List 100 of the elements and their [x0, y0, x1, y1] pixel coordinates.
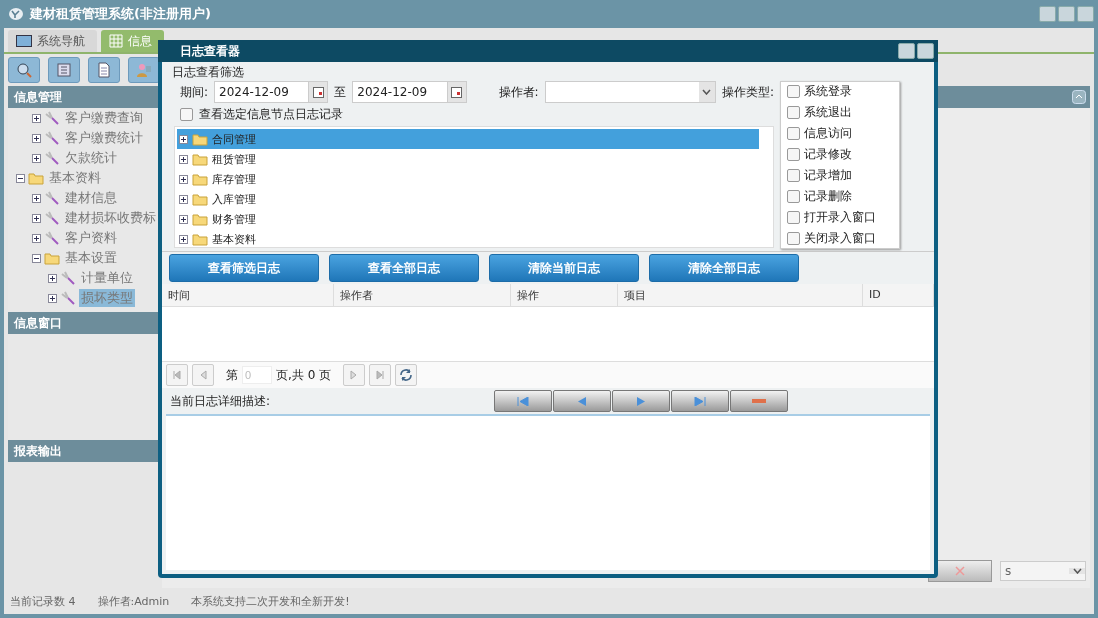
collapse-icon[interactable]: [16, 173, 25, 183]
expand-icon[interactable]: [32, 113, 41, 123]
action-button[interactable]: 清除全部日志: [649, 254, 799, 282]
document-icon: [96, 62, 112, 78]
expand-icon[interactable]: [179, 154, 188, 164]
refresh-icon: [399, 368, 414, 382]
previous-icon: [577, 396, 588, 406]
checkbox[interactable]: [787, 85, 800, 99]
folder-icon: [192, 172, 208, 186]
tree-item[interactable]: 损坏类型: [79, 289, 135, 307]
panel-header[interactable]: 信息窗口: [8, 312, 158, 334]
action-button[interactable]: 清除当前日志: [489, 254, 639, 282]
refresh-button[interactable]: [395, 364, 418, 386]
checkbox-label: 查看选定信息节点日志记录: [199, 107, 343, 122]
column-header[interactable]: 项目: [618, 284, 863, 307]
date-field[interactable]: 2024-12-09: [214, 81, 329, 103]
minus-icon: [752, 399, 767, 403]
checkbox[interactable]: [787, 231, 800, 245]
column-header[interactable]: 操作者: [334, 284, 511, 307]
tab[interactable]: 系统导航: [8, 30, 97, 52]
checkbox[interactable]: [180, 108, 193, 121]
expand-icon[interactable]: [32, 133, 41, 143]
tree-item[interactable]: 客户资料: [63, 229, 119, 247]
tools-icon: [60, 291, 76, 305]
detail-field[interactable]: [166, 414, 930, 570]
list-icon: [56, 62, 72, 78]
last-icon: [375, 370, 386, 380]
window-title: 建材租赁管理系统(非注册用户): [30, 5, 211, 23]
action-button[interactable]: 查看筛选日志: [169, 254, 319, 282]
expand-icon[interactable]: [32, 153, 41, 163]
collapse-icon[interactable]: [32, 253, 41, 263]
select-field[interactable]: s: [1000, 561, 1086, 581]
tree-item[interactable]: 基本设置: [63, 249, 119, 267]
folder-icon: [192, 152, 208, 166]
tree-item[interactable]: 租赁管理: [177, 149, 759, 169]
expand-icon[interactable]: [179, 234, 188, 244]
action-button[interactable]: 查看全部日志: [329, 254, 479, 282]
chevron-down-icon: [1072, 568, 1082, 574]
folder-icon: [28, 171, 44, 185]
tree-item[interactable]: 欠款统计: [63, 149, 119, 167]
date-field[interactable]: 2024-12-09: [352, 81, 467, 103]
last-icon: [694, 396, 707, 406]
next-record-button[interactable]: [612, 390, 671, 412]
expand-icon[interactable]: [179, 214, 188, 224]
tree-item[interactable]: 计量单位: [79, 269, 135, 287]
last-record-button[interactable]: [671, 390, 730, 412]
expand-icon[interactable]: [48, 293, 57, 303]
tree-item[interactable]: 库存管理: [177, 169, 759, 189]
panel-header[interactable]: 报表输出: [8, 440, 158, 462]
tree-item[interactable]: 基本资料: [177, 229, 759, 247]
previous-record-button[interactable]: [553, 390, 612, 412]
remove-button[interactable]: [730, 390, 789, 412]
section-title: 日志查看筛选: [172, 65, 244, 79]
tree-item[interactable]: 合同管理: [177, 129, 759, 149]
tools-icon: [60, 271, 76, 285]
toolbar-button[interactable]: [128, 57, 160, 83]
checkbox[interactable]: [787, 168, 800, 182]
checkbox[interactable]: [787, 106, 800, 120]
folder-icon: [44, 251, 60, 265]
expand-icon[interactable]: [48, 273, 57, 283]
toolbar-button[interactable]: [8, 57, 40, 83]
checkbox-label: 记录修改: [804, 147, 852, 163]
next-icon: [636, 396, 647, 406]
expand-icon[interactable]: [179, 194, 188, 204]
tree-item[interactable]: 入库管理: [177, 189, 759, 209]
checkbox[interactable]: [787, 189, 800, 203]
field-label: 期间:: [180, 84, 209, 100]
checkbox[interactable]: [787, 127, 800, 141]
expand-icon[interactable]: [179, 174, 188, 184]
tree-item[interactable]: 财务管理: [177, 209, 759, 229]
tree-item[interactable]: 基本资料: [47, 169, 103, 187]
tab[interactable]: 信息: [101, 30, 164, 52]
tree-item[interactable]: 客户缴费统计: [63, 129, 145, 147]
expand-icon[interactable]: [32, 233, 41, 243]
tree-item[interactable]: 建材信息: [63, 189, 119, 207]
expand-icon[interactable]: [32, 193, 41, 203]
next-icon: [350, 370, 359, 380]
checkbox-label: 信息访问: [804, 126, 852, 142]
checkbox[interactable]: [787, 148, 800, 162]
expand-icon[interactable]: [179, 134, 188, 144]
toolbar-button[interactable]: [88, 57, 120, 83]
tree-item[interactable]: 客户缴费查询: [63, 109, 145, 127]
first-record-button[interactable]: [494, 390, 553, 412]
magnifier-icon: [16, 62, 32, 78]
column-header[interactable]: 操作: [511, 284, 618, 307]
user-icon: [136, 62, 152, 78]
toolbar-button[interactable]: [48, 57, 80, 83]
tools-icon: [44, 151, 60, 165]
field-label: 至: [334, 84, 347, 100]
checkbox-label: 系统退出: [804, 105, 852, 121]
panel-header[interactable]: 信息管理: [8, 86, 158, 108]
page-field[interactable]: 0: [242, 366, 272, 384]
calendar-icon: [312, 86, 324, 98]
column-header[interactable]: ID: [863, 284, 934, 307]
expand-icon[interactable]: [32, 213, 41, 223]
calendar-icon: [451, 86, 463, 98]
detail-label: 当前日志详细描述:: [170, 393, 271, 409]
checkbox[interactable]: [787, 210, 800, 224]
tree-item[interactable]: 建材损坏收费标: [63, 209, 158, 227]
column-header[interactable]: 时间: [162, 284, 334, 307]
